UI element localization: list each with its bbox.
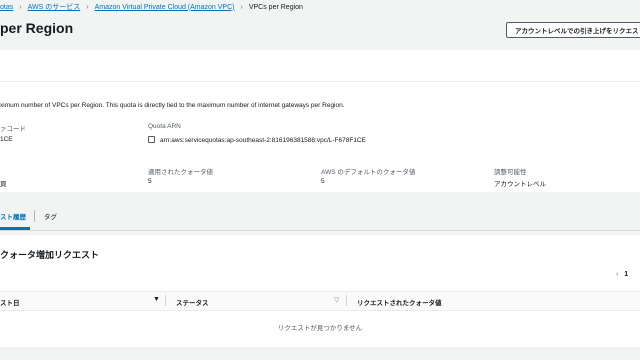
sort-icon[interactable]: ▽ <box>334 296 339 304</box>
column-header-status[interactable]: ステータス <box>176 297 209 307</box>
details-header-panel <box>0 50 640 82</box>
divider <box>0 348 640 349</box>
breadcrumb-aws-services[interactable]: AWS のサービス <box>28 2 81 12</box>
default-value-label: AWS のデフォルトのクォータ値 <box>321 169 416 176</box>
column-header-date[interactable]: スト日 <box>0 297 20 307</box>
applied-value-label: 適用されたクォータ値 <box>148 169 213 176</box>
tab-request-history[interactable]: スト履歴 <box>0 211 26 221</box>
column-header-requested-value[interactable]: リクエストされたクォータ値 <box>357 297 442 307</box>
pagination: ‹ 1 <box>616 271 628 278</box>
chevron-left-icon[interactable]: ‹ <box>616 271 618 278</box>
quota-code-value: 1CE <box>0 136 13 143</box>
sort-descending-icon[interactable]: ▼ <box>153 296 160 303</box>
quota-code-label: ァコード <box>0 126 26 133</box>
row2-col1-value: 頁 <box>0 181 7 188</box>
default-value: 5 <box>321 178 325 185</box>
page-title: per Region <box>0 20 74 36</box>
copy-icon[interactable] <box>148 136 155 143</box>
quota-arn-value: arn:aws:servicequotas:ap-southeast-2:816… <box>148 136 366 145</box>
tabs-bar <box>0 203 640 231</box>
breadcrumb-service-quotas[interactable]: otas <box>0 4 13 11</box>
adjustable-value: アカウントレベル <box>494 181 546 188</box>
column-divider <box>346 295 347 306</box>
page-number[interactable]: 1 <box>624 271 628 278</box>
breadcrumb-current: VPCs per Region <box>248 3 303 11</box>
table-header <box>0 291 640 311</box>
chevron-right-icon: › <box>240 3 243 11</box>
quota-description: ximum number of VPCs per Region. This qu… <box>0 102 345 109</box>
empty-state: リクエストが見つかりません <box>277 325 363 332</box>
tab-divider <box>34 210 35 222</box>
active-tab-indicator <box>0 227 30 230</box>
applied-value: 5 <box>148 178 152 185</box>
quota-arn-text: arn:aws:servicequotas:ap-southeast-2:816… <box>160 137 366 145</box>
adjustable-label: 調整可能性 <box>494 169 527 176</box>
chevron-right-icon: › <box>19 3 22 11</box>
chevron-right-icon: › <box>86 3 89 11</box>
request-increase-button[interactable]: アカウントレベルでの引き上げをリクエスト <box>506 22 640 38</box>
tab-tags[interactable]: タグ <box>44 211 57 221</box>
quota-arn-label: Quota ARN <box>148 123 181 130</box>
breadcrumb: otas › AWS のサービス › Amazon Virtual Privat… <box>0 1 303 13</box>
breadcrumb-amazon-vpc[interactable]: Amazon Virtual Private Cloud (Amazon VPC… <box>95 4 235 11</box>
requests-title: クォータ増加リクエスト <box>0 250 100 260</box>
column-divider <box>165 295 166 306</box>
